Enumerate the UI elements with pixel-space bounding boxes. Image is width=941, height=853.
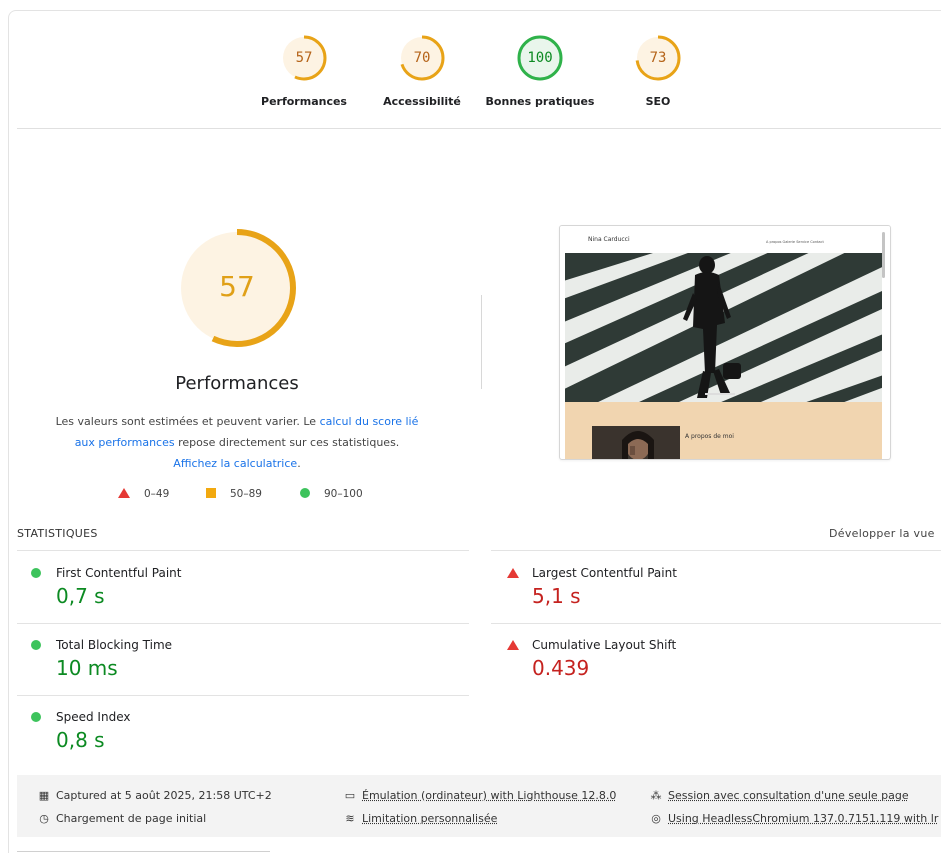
runtime-settings: ▦ Captured at 5 août 2025, 21:58 UTC+2 ▭ É… (17, 775, 941, 837)
stats-divider (17, 550, 469, 551)
stats-divider (491, 623, 941, 624)
gauge-ring: 57 (280, 34, 328, 82)
metric-tbt: Total Blocking Time 10 ms (31, 638, 451, 688)
metric-value: 0,7 s (56, 584, 105, 608)
gauge-score: 100 (516, 34, 564, 82)
metric-speed-index: Speed Index 0,8 s (31, 710, 451, 760)
metric-cls: Cumulative Layout Shift 0.439 (507, 638, 927, 688)
main-score: 57 (177, 228, 297, 348)
metric-name: Largest Contentful Paint (532, 566, 677, 580)
footer-text: Chargement de page initial (56, 812, 206, 825)
gauge-ring: 100 (516, 34, 564, 82)
captured-time: ▦ Captured at 5 août 2025, 21:58 UTC+2 (37, 789, 272, 802)
throttling-info[interactable]: ≋ Limitation personnalisée (343, 812, 497, 825)
gauge-score: 73 (634, 34, 682, 82)
gauge-performance[interactable]: 57 Performances (249, 34, 359, 108)
final-screenshot[interactable]: Nina Carducci A propos Galerie Service C… (559, 225, 891, 460)
calculator-link[interactable]: Affichez la calculatrice (173, 457, 297, 470)
metric-fcp: First Contentful Paint 0,7 s (31, 566, 451, 616)
metric-value: 0.439 (532, 656, 589, 680)
laptop-icon: ▭ (343, 789, 357, 802)
red-triangle-icon (507, 640, 519, 650)
green-circle-icon (300, 488, 310, 498)
red-triangle-icon (118, 488, 130, 498)
metric-lcp: Largest Contentful Paint 5,1 s (507, 566, 927, 616)
metric-value: 5,1 s (532, 584, 581, 608)
desc-text: . (297, 457, 301, 470)
browser-info[interactable]: ◎ Using HeadlessChromium 137.0.7151.119 w… (649, 812, 938, 825)
metric-name: Speed Index (56, 710, 130, 724)
green-circle-icon (31, 640, 41, 650)
session-info[interactable]: ⁂ Session avec consultation d'une seule p… (649, 789, 909, 802)
legend-text: 50–89 (230, 488, 262, 500)
desc-text: repose directement sur ces statistiques. (175, 436, 400, 449)
stats-divider (17, 695, 469, 696)
stats-divider (17, 623, 469, 624)
chrome-icon: ◎ (649, 812, 663, 825)
thumb-portrait-image (592, 426, 680, 459)
page-load-info: ◷ Chargement de page initial (37, 812, 206, 825)
category-summary: 57 Performances 70 Accessibilité 100 Bon… (0, 34, 941, 114)
summary-divider (17, 128, 941, 129)
green-circle-icon (31, 568, 41, 578)
metric-name: First Contentful Paint (56, 566, 181, 580)
footer-link[interactable]: Session avec consultation d'une seule pa… (668, 789, 909, 802)
gauge-ring: 70 (398, 34, 446, 82)
gauge-label: SEO (603, 95, 713, 108)
thumb-menu: A propos Galerie Service Contact (766, 240, 824, 244)
thumb-nav: Nina Carducci A propos Galerie Service C… (560, 226, 890, 252)
legend-text: 90–100 (324, 488, 363, 500)
footer-link[interactable]: Using HeadlessChromium 137.0.7151.119 wi… (668, 812, 938, 825)
score-description: Les valeurs sont estimées et peuvent var… (52, 411, 422, 474)
gauge-label: Bonnes pratiques (485, 95, 595, 108)
wifi-icon: ≋ (343, 812, 357, 825)
metric-value: 0,8 s (56, 728, 105, 752)
stats-divider (491, 550, 941, 551)
stats-heading: STATISTIQUES (17, 527, 98, 540)
footer-link[interactable]: Émulation (ordinateur) with Lighthouse 1… (362, 789, 616, 802)
expand-view-button[interactable]: Développer la vue (829, 527, 935, 540)
gauge-ring: 73 (634, 34, 682, 82)
metric-name: Cumulative Layout Shift (532, 638, 676, 652)
legend-text: 0–49 (144, 488, 169, 500)
red-triangle-icon (507, 568, 519, 578)
orange-square-icon (206, 488, 216, 498)
footer-text: Captured at 5 août 2025, 21:58 UTC+2 (56, 789, 272, 802)
gauge-accessibility[interactable]: 70 Accessibilité (367, 34, 477, 108)
thumb-about-title: A propos de moi (685, 433, 734, 440)
gauge-best-practices[interactable]: 100 Bonnes pratiques (485, 34, 595, 108)
thumb-hero-image (565, 253, 882, 402)
people-icon: ⁂ (649, 789, 663, 802)
green-circle-icon (31, 712, 41, 722)
gauge-score: 70 (398, 34, 446, 82)
desc-text: Les valeurs sont estimées et peuvent var… (56, 415, 320, 428)
legend-fail: 0–49 (118, 488, 169, 500)
metric-name: Total Blocking Time (56, 638, 172, 652)
thumb-scrollbar (882, 232, 885, 278)
gauge-label: Accessibilité (367, 95, 477, 108)
metric-value: 10 ms (56, 656, 118, 680)
gauge-label: Performances (249, 95, 359, 108)
emulation-info[interactable]: ▭ Émulation (ordinateur) with Lighthouse … (343, 789, 616, 802)
vertical-divider (481, 295, 482, 389)
performance-main-gauge: 57 (177, 228, 297, 348)
legend-average: 50–89 (206, 488, 262, 500)
footer-link[interactable]: Limitation personnalisée (362, 812, 497, 825)
gauge-seo[interactable]: 73 SEO (603, 34, 713, 108)
calendar-icon: ▦ (37, 789, 51, 802)
legend-pass: 90–100 (300, 488, 363, 500)
main-title: Performances (137, 373, 337, 394)
gauge-score: 57 (280, 34, 328, 82)
thumb-site-name: Nina Carducci (588, 236, 630, 243)
timer-icon: ◷ (37, 812, 51, 825)
